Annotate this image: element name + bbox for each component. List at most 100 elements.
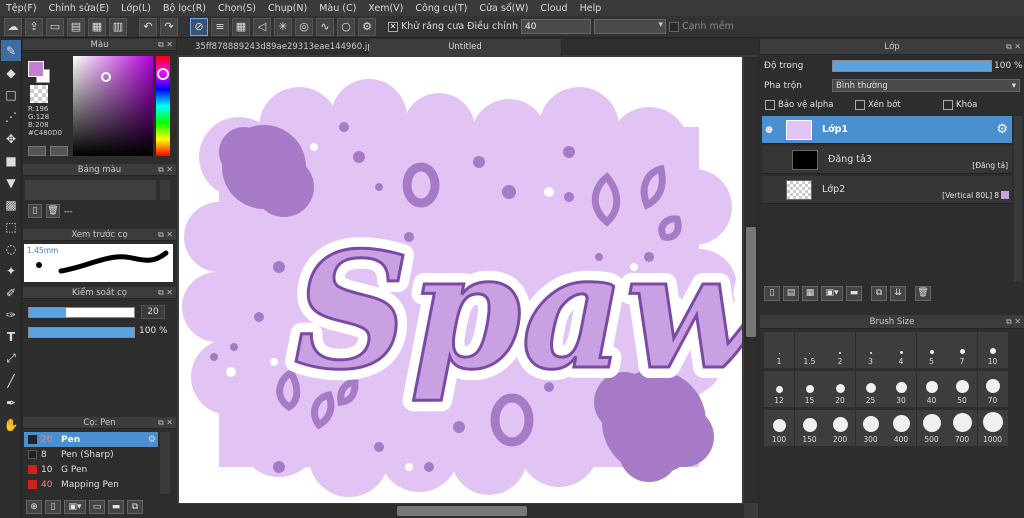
hand-tool-icon[interactable]: ✋ bbox=[1, 414, 21, 435]
brush-opacity-value[interactable]: 100 % bbox=[139, 326, 168, 336]
brush-item-g-pen[interactable]: 10 G Pen bbox=[24, 462, 158, 477]
brush-folder-icon[interactable]: ▬ bbox=[108, 500, 124, 514]
brush-menu-icon[interactable]: ▣▾ bbox=[64, 500, 86, 514]
brush-window-icon[interactable]: ⧉ bbox=[127, 500, 143, 514]
brush-size-option[interactable]: 100 bbox=[764, 410, 794, 446]
panel-window-icons[interactable]: ⧉ ✕ bbox=[158, 164, 173, 176]
palette-scrollbar[interactable] bbox=[160, 180, 170, 200]
brush-size-option[interactable]: 4 bbox=[886, 332, 916, 368]
transparent-swatch[interactable] bbox=[30, 85, 48, 103]
brush-size-option[interactable]: 50 bbox=[947, 371, 977, 407]
menu-edit[interactable]: Chỉnh sửa(E) bbox=[43, 3, 116, 14]
select-pen-tool-icon[interactable]: ✐ bbox=[1, 282, 21, 303]
canvas-horizontal-scrollbar[interactable] bbox=[177, 504, 744, 518]
divide-tool-icon[interactable]: ╱ bbox=[1, 370, 21, 391]
eye-icon[interactable]: ● bbox=[762, 125, 776, 135]
duplicate-layer-icon[interactable]: ⧉ bbox=[871, 286, 887, 301]
panel-window-icons[interactable]: ⧉ ✕ bbox=[158, 287, 173, 299]
saturation-value-picker[interactable] bbox=[73, 56, 153, 156]
move-tool-icon[interactable]: ✥ bbox=[1, 128, 21, 149]
brush-item-mapping-pen[interactable]: 40 Mapping Pen bbox=[24, 477, 158, 492]
snap-settings-icon[interactable]: ⚙ bbox=[358, 17, 376, 36]
brush-item-pen-sharp[interactable]: 8 Pen (Sharp) bbox=[24, 447, 158, 462]
adjust-dropdown[interactable] bbox=[593, 19, 666, 34]
layer-row-layer1[interactable]: ● Lớp1 ⚙ bbox=[762, 116, 1012, 144]
menu-layer[interactable]: Lớp(L) bbox=[115, 3, 157, 14]
panel-window-icons[interactable]: ⧉ ✕ bbox=[1006, 39, 1021, 55]
brush-size-option[interactable]: 7 bbox=[947, 332, 977, 368]
brush-size-option[interactable]: 1000 bbox=[977, 410, 1008, 446]
menu-filter[interactable]: Bộ lọc(R) bbox=[157, 3, 212, 14]
brush-size-option[interactable]: 2 bbox=[825, 332, 855, 368]
undo-icon[interactable]: ↶ bbox=[139, 17, 157, 36]
brush-list-scrollbar[interactable] bbox=[160, 432, 170, 494]
export-icon[interactable]: ⇪ bbox=[25, 17, 43, 36]
circle-snap-icon[interactable]: ◎ bbox=[295, 17, 313, 36]
horizontal-scroll-thumb[interactable] bbox=[397, 506, 527, 516]
menu-window[interactable]: Cửa sổ(W) bbox=[473, 3, 534, 14]
new-color-layer-icon[interactable]: ▤ bbox=[783, 286, 799, 301]
blend-mode-dropdown[interactable]: Bình thường ▾ bbox=[832, 79, 1020, 92]
brush-size-option[interactable]: 1.5 bbox=[794, 332, 825, 368]
menu-select[interactable]: Chọn(S) bbox=[212, 3, 262, 14]
curve-snap-icon[interactable]: ∿ bbox=[316, 17, 334, 36]
delete-layer-icon[interactable]: 🗑 bbox=[915, 286, 931, 301]
delete-palette-icon[interactable]: 🗑 bbox=[46, 204, 60, 218]
select-rect-tool-icon[interactable]: ⬚ bbox=[1, 216, 21, 237]
select-eraser-tool-icon[interactable]: ✑ bbox=[1, 304, 21, 325]
antialias-toggle[interactable]: ✕ Khử răng cưa bbox=[388, 21, 464, 32]
brush-size-slider[interactable] bbox=[28, 307, 135, 318]
adjust-input[interactable] bbox=[520, 19, 591, 34]
brush-item-pen[interactable]: 20 Pen ⚙ bbox=[24, 432, 158, 447]
brush-size-option[interactable]: 300 bbox=[855, 410, 886, 446]
layer-row-layer2[interactable]: Lớp2 [Vertical 80L] 8 bbox=[762, 176, 1012, 204]
brush-size-option[interactable]: 1 bbox=[764, 332, 794, 368]
merge-layer-icon[interactable]: ⇊ bbox=[890, 286, 906, 301]
tab-image-file[interactable]: 35ff878889243d89ae29313eae144960.jpg bbox=[177, 39, 369, 55]
brush-size-option[interactable]: 700 bbox=[947, 410, 977, 446]
brush-size-option[interactable]: 400 bbox=[886, 410, 916, 446]
cloud-icon[interactable]: ☁ bbox=[4, 17, 22, 36]
grid-icon[interactable]: ▦ bbox=[88, 17, 106, 36]
layer-folder-icon[interactable]: ▬ bbox=[846, 286, 862, 301]
brush-size-option[interactable]: 15 bbox=[794, 371, 825, 407]
hue-cursor[interactable] bbox=[157, 68, 169, 80]
brush-size-option[interactable]: 25 bbox=[855, 371, 886, 407]
ellipse-snap-icon[interactable]: ○ bbox=[337, 17, 355, 36]
snap-off-icon[interactable]: ⊘ bbox=[190, 17, 208, 36]
parallel-snap-icon[interactable]: ≡ bbox=[211, 17, 229, 36]
menu-tools[interactable]: Công cụ(T) bbox=[409, 3, 473, 14]
new-layer-icon[interactable]: ▯ bbox=[764, 286, 780, 301]
gradient-tool-icon[interactable]: ▩ bbox=[1, 194, 21, 215]
canvas[interactable]: Spawn Spawn bbox=[179, 57, 742, 503]
brush-size-option[interactable]: 10 bbox=[977, 332, 1008, 368]
brush-settings-icon[interactable]: ▭ bbox=[89, 500, 105, 514]
menu-file[interactable]: Tệp(F) bbox=[0, 3, 43, 14]
panel-window-icons[interactable]: ⧉ ✕ bbox=[158, 229, 173, 241]
brush-size-option[interactable]: 40 bbox=[916, 371, 947, 407]
dotline-tool-icon[interactable]: ⋰ bbox=[1, 106, 21, 127]
tab-untitled[interactable]: Untitled bbox=[369, 39, 561, 55]
vertical-scroll-thumb[interactable] bbox=[746, 227, 756, 337]
table-icon[interactable]: ▥ bbox=[109, 17, 127, 36]
smooth-edge-checkbox[interactable] bbox=[668, 21, 679, 32]
layer-list-scrollbar[interactable] bbox=[1014, 116, 1022, 281]
fill-rect-tool-icon[interactable]: ■ bbox=[1, 150, 21, 171]
redo-icon[interactable]: ↷ bbox=[160, 17, 178, 36]
lasso-tool-icon[interactable]: ◌ bbox=[1, 238, 21, 259]
copy-brush-icon[interactable]: ▯ bbox=[45, 500, 61, 514]
brush-size-option[interactable]: 20 bbox=[825, 371, 855, 407]
brush-tool-icon[interactable]: ✎ bbox=[1, 40, 21, 61]
brush-size-option[interactable]: 200 bbox=[825, 410, 855, 446]
add-brush-icon[interactable]: ⊕ bbox=[26, 500, 42, 514]
perspective-snap-icon[interactable]: ◁ bbox=[253, 17, 271, 36]
lock-toggle[interactable]: Khóa bbox=[943, 100, 977, 110]
menu-view[interactable]: Xem(V) bbox=[362, 3, 409, 14]
grid-snap-icon[interactable]: ▦ bbox=[232, 17, 250, 36]
radial-snap-icon[interactable]: ✳ bbox=[274, 17, 292, 36]
new-halftone-layer-icon[interactable]: ▦ bbox=[802, 286, 818, 301]
eraser-tool-icon[interactable]: ◆ bbox=[1, 62, 21, 83]
menu-help[interactable]: Help bbox=[574, 3, 608, 14]
hue-slider[interactable] bbox=[156, 56, 170, 156]
brush-size-option[interactable]: 12 bbox=[764, 371, 794, 407]
